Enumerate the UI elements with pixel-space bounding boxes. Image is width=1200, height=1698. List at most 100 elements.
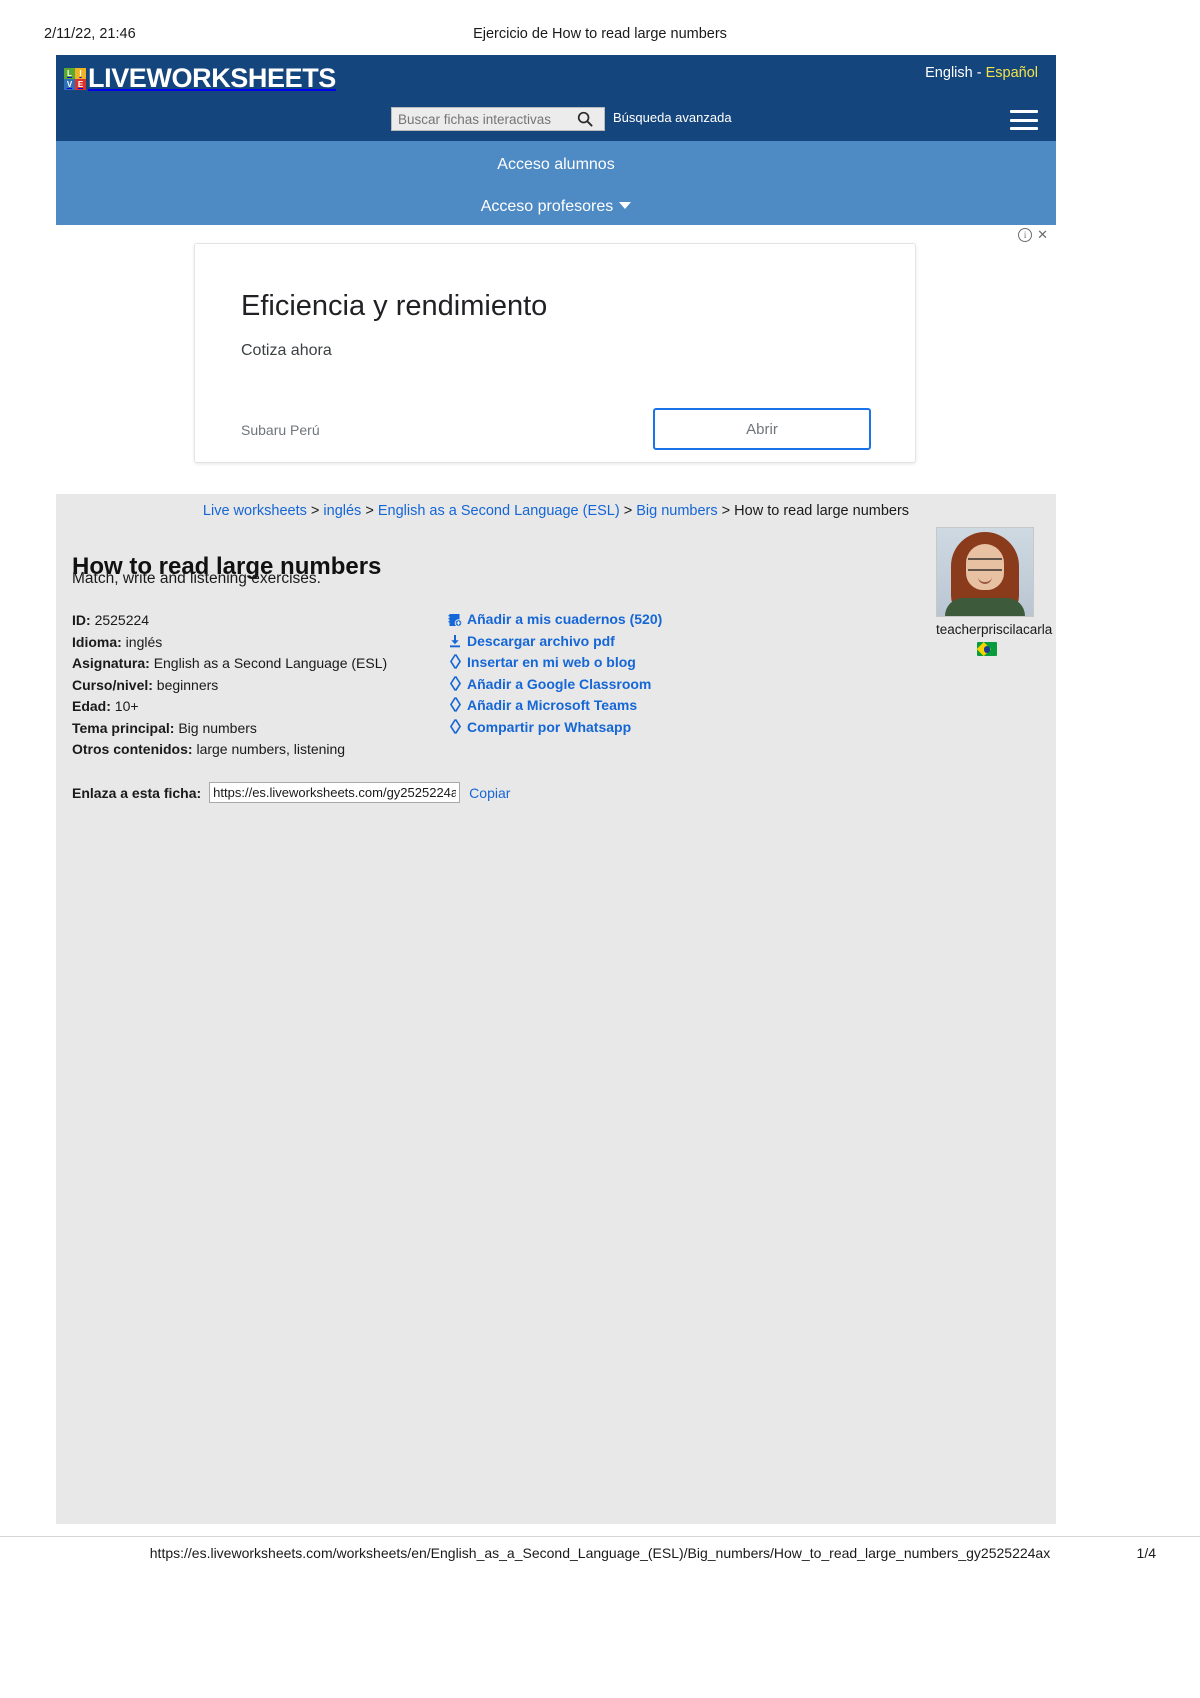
print-title: Ejercicio de How to read large numbers (473, 26, 727, 42)
worksheet-description: Match, write and listening exercises. (72, 570, 321, 587)
meta-row-curso: Curso/nivel: beginners (72, 675, 387, 697)
action-label-add-microsoft-teams: Añadir a Microsoft Teams (467, 697, 638, 713)
meta-row-id: ID: 2525224 (72, 610, 387, 632)
hamburger-bar-2 (1010, 118, 1038, 122)
avatar[interactable] (936, 527, 1034, 617)
site-blue-nav: Acceso alumnos Acceso profesores (56, 141, 1056, 225)
action-label-share-whatsapp: Compartir por Whatsapp (467, 718, 632, 735)
action-label-embed-website: Insertar en mi web o blog (467, 654, 636, 670)
author-name[interactable]: teacherpriscilacarla (936, 622, 1052, 637)
meta-key-tema: Tema principal: (72, 719, 175, 736)
avatar-glasses (968, 558, 1002, 571)
breadcrumb-item-3[interactable]: Big numbers (636, 503, 717, 519)
website-frame: L I V E LIVEWORKSHEETS English - Español (56, 55, 1056, 1524)
print-page-number: 1/4 (1136, 1545, 1156, 1561)
breadcrumb-item-0[interactable]: Live worksheets (203, 503, 307, 519)
meta-key-asignatura: Asignatura: (72, 655, 150, 671)
meta-row-idioma: Idioma: inglés (72, 632, 387, 654)
action-download-pdf[interactable]: Descargar archivo pdf (446, 631, 662, 652)
action-label-add-google-classroom: Añadir a Google Classroom (467, 675, 652, 692)
breadcrumb-item-2[interactable]: English as a Second Language (ESL) (378, 503, 620, 519)
nav-teachers-label: Acceso profesores (480, 198, 614, 215)
action-label-add-to-notebooks: Añadir a mis cuadernos (520) (467, 611, 663, 627)
chevron-down-icon (619, 202, 632, 209)
action-add-to-notebooks[interactable]: Añadir a mis cuadernos (520) (446, 609, 662, 630)
breadcrumb: Live worksheets > inglés > English as a … (56, 503, 1056, 519)
ad-info-icon[interactable]: i (1018, 228, 1033, 242)
breadcrumb-item-1[interactable]: inglés (323, 503, 361, 519)
meta-value-asignatura: English as a Second Language (ESL) (153, 655, 388, 671)
action-add-microsoft-teams[interactable]: 〈〉 Añadir a Microsoft Teams (441, 695, 662, 716)
download-icon (446, 634, 463, 648)
meta-row-asignatura: Asignatura: English as a Second Language… (72, 653, 387, 675)
ad-open-button[interactable]: Abrir (653, 408, 871, 450)
action-embed-website[interactable]: 〈〉 Insertar en mi web o blog (441, 652, 662, 673)
ad-card[interactable]: Eficiencia y rendimiento Cotiza ahora Su… (194, 243, 916, 463)
ad-controls: i ✕ (1018, 228, 1048, 242)
meta-value-id: 2525224 (94, 612, 150, 628)
hamburger-bar-1 (1010, 110, 1038, 113)
author-card: teacherpriscilacarla (936, 527, 1052, 656)
search-box[interactable] (391, 107, 605, 131)
code-embed-icon: 〈〉 (441, 675, 470, 693)
logo-tile-i: I (75, 67, 86, 79)
copy-link-button[interactable]: Copiar (469, 785, 510, 801)
language-separator: - (972, 65, 986, 81)
notebook-add-icon (446, 613, 463, 627)
logo-tile-e: E (75, 78, 86, 90)
worksheet-metadata: ID: 2525224 Idioma: inglés Asignatura: E… (72, 610, 387, 761)
action-share-whatsapp[interactable]: 〈〉 Compartir por Whatsapp (441, 717, 662, 738)
menu-hamburger-icon[interactable] (1010, 110, 1038, 130)
footer-divider (0, 1536, 1200, 1537)
worksheet-actions: Añadir a mis cuadernos (520) Descargar a… (441, 609, 663, 738)
hamburger-bar-3 (1010, 127, 1038, 130)
meta-key-otros: Otros contenidos: (72, 741, 193, 757)
advanced-search-link[interactable]: Búsqueda avanzada (613, 110, 732, 125)
meta-row-otros: Otros contenidos: large numbers, listeni… (72, 739, 387, 761)
meta-value-curso: beginners (156, 676, 219, 693)
meta-value-idioma: inglés (125, 633, 163, 650)
breadcrumb-sep-3: > (721, 503, 731, 519)
breadcrumb-item-4: How to read large numbers (734, 503, 910, 519)
ad-advertiser: Subaru Perú (241, 422, 320, 438)
breadcrumb-sep-0: > (310, 503, 320, 519)
language-espanol-link[interactable]: Español (986, 65, 1038, 81)
meta-key-id: ID: (72, 612, 91, 628)
language-switcher: English - Español (925, 65, 1038, 81)
site-top-bar: L I V E LIVEWORKSHEETS English - Español (56, 55, 1056, 141)
search-icon[interactable] (572, 111, 598, 127)
ad-subline: Cotiza ahora (241, 342, 332, 359)
avatar-body (945, 598, 1025, 616)
site-logo[interactable]: L I V E LIVEWORKSHEETS (64, 63, 336, 94)
nav-teachers-access[interactable]: Acceso profesores (56, 198, 1056, 216)
flag-globe (983, 646, 991, 653)
logo-tiles-icon: L I V E (64, 67, 86, 90)
meta-row-edad: Edad: 10+ (72, 696, 387, 718)
logo-tile-l: L (64, 67, 75, 79)
search-input[interactable] (392, 109, 572, 129)
meta-key-idioma: Idioma: (72, 633, 122, 650)
print-footer-url: https://es.liveworksheets.com/worksheets… (149, 1545, 1051, 1561)
language-english-link[interactable]: English (925, 65, 973, 81)
main-content: Live worksheets > inglés > English as a … (56, 494, 1056, 1524)
logo-wordmark: LIVEWORKSHEETS (88, 63, 336, 93)
printed-page: 2/11/22, 21:46 Ejercicio de How to read … (0, 0, 1200, 1698)
breadcrumb-sep-2: > (623, 503, 633, 519)
code-embed-icon: 〈〉 (441, 697, 470, 714)
code-embed-icon: 〈〉 (441, 654, 470, 671)
ad-close-icon[interactable]: ✕ (1037, 228, 1048, 241)
meta-key-edad: Edad: (72, 698, 111, 714)
search-row: Búsqueda avanzada (56, 107, 1056, 135)
action-label-download-pdf: Descargar archivo pdf (467, 632, 615, 649)
nav-students-access[interactable]: Acceso alumnos (56, 156, 1056, 174)
link-label: Enlaza a esta ficha: (72, 784, 202, 801)
print-footer: https://es.liveworksheets.com/worksheets… (0, 1545, 1200, 1575)
action-add-google-classroom[interactable]: 〈〉 Añadir a Google Classroom (441, 674, 662, 695)
meta-value-otros: large numbers, listening (196, 741, 346, 757)
logo-tile-v: V (64, 78, 75, 90)
print-header: 2/11/22, 21:46 Ejercicio de How to read … (0, 26, 1200, 48)
worksheet-link-input[interactable] (209, 782, 461, 803)
meta-value-tema: Big numbers (178, 719, 257, 736)
code-embed-icon: 〈〉 (441, 718, 470, 736)
worksheet-link-row: Enlaza a esta ficha: Copiar (72, 782, 510, 803)
